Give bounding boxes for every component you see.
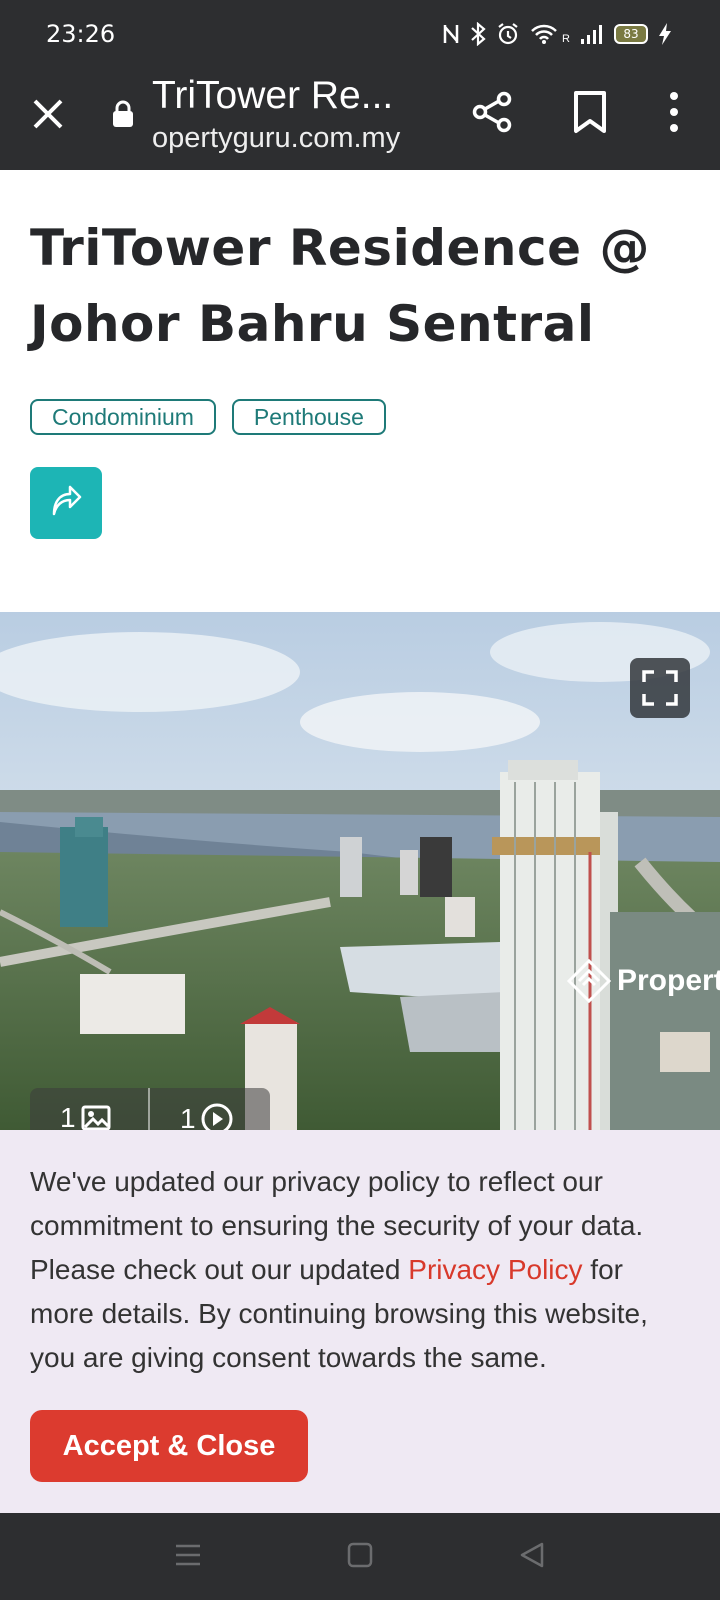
tag-condominium[interactable]: Condominium	[30, 399, 216, 435]
property-tags: Condominium Penthouse	[30, 399, 386, 435]
page-title: TriTower Residence @ Johor Bahru Sentral	[30, 219, 650, 353]
privacy-banner: We've updated our privacy policy to refl…	[0, 1130, 720, 1513]
photo-count-value: 1	[60, 1102, 76, 1132]
fullscreen-button[interactable]	[630, 658, 690, 718]
image-icon	[81, 1105, 111, 1131]
play-icon	[201, 1103, 233, 1132]
hero-photo[interactable]: Propert 1 1	[0, 612, 720, 1132]
propertyguru-logo-icon	[566, 958, 612, 1004]
accept-close-button[interactable]: Accept & Close	[30, 1410, 308, 1482]
photo-count[interactable]: 1	[60, 1102, 112, 1132]
bluetooth-icon	[471, 22, 486, 46]
charging-icon	[659, 23, 671, 45]
video-count-value: 1	[180, 1103, 196, 1132]
more-vert-icon[interactable]	[662, 90, 686, 134]
video-count[interactable]: 1	[180, 1102, 234, 1132]
page-tab-title[interactable]: TriTower Re...	[152, 74, 422, 118]
browser-toolbar: TriTower Re... opertyguru.com.my	[0, 72, 720, 170]
alarm-icon	[498, 23, 518, 45]
media-divider	[148, 1088, 150, 1132]
city-skyline-photo	[0, 612, 720, 1132]
wifi-icon	[531, 24, 557, 44]
recent-apps-icon[interactable]	[174, 1541, 202, 1569]
privacy-message: We've updated our privacy policy to refl…	[30, 1160, 690, 1380]
nfc-icon	[443, 25, 459, 43]
bookmark-icon[interactable]	[570, 90, 610, 134]
close-icon[interactable]	[28, 94, 68, 134]
share-listing-button[interactable]	[30, 467, 102, 539]
url-text[interactable]: opertyguru.com.my	[152, 122, 400, 155]
signal-icon	[581, 25, 602, 44]
back-icon[interactable]	[518, 1541, 546, 1569]
home-icon[interactable]	[346, 1541, 374, 1569]
watermark: Propert	[565, 957, 720, 1005]
status-bar: 23:26 R 83	[0, 0, 720, 72]
status-time: 23:26	[46, 20, 116, 48]
share-arrow-icon	[52, 485, 82, 516]
fullscreen-icon	[642, 670, 678, 706]
share-icon[interactable]	[470, 90, 514, 134]
system-nav-bar	[0, 1513, 720, 1600]
network-type: R	[562, 33, 570, 45]
status-icons: R 83	[442, 22, 672, 46]
privacy-policy-link[interactable]: Privacy Policy	[408, 1254, 582, 1285]
watermark-text: Propert	[617, 964, 720, 997]
media-counter[interactable]: 1 1	[30, 1088, 270, 1132]
lock-icon	[113, 100, 133, 127]
battery-icon: 83	[614, 24, 648, 44]
tag-penthouse[interactable]: Penthouse	[231, 399, 386, 435]
